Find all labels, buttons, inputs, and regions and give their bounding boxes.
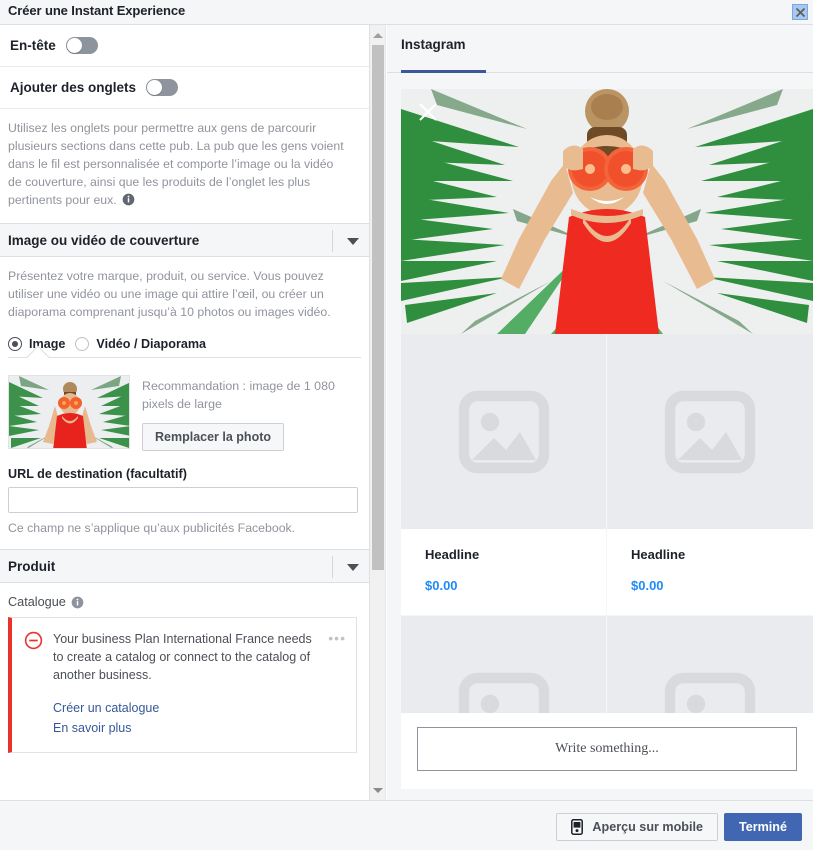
close-x-icon: [419, 103, 437, 121]
catalogue-label-row: Catalogue: [0, 583, 369, 617]
header-toggle-switch[interactable]: [65, 37, 98, 54]
woman-with-grapefruit-photo: [401, 89, 813, 334]
product-price-2: $0.00: [631, 578, 664, 593]
product-headline-2: Headline: [631, 547, 686, 562]
replace-photo-button[interactable]: Remplacer la photo: [142, 423, 284, 451]
close-icon: [795, 7, 805, 17]
learn-more-link[interactable]: En savoir plus: [53, 718, 322, 738]
cover-media-row: Recommandation : image de 1 080 pixels d…: [0, 369, 369, 451]
header-toggle-row[interactable]: En-tête: [0, 25, 369, 67]
scroll-up-button[interactable]: [370, 27, 386, 43]
create-catalogue-link[interactable]: Créer un catalogue: [53, 698, 322, 718]
product-card-2[interactable]: Headline $0.00: [607, 334, 813, 616]
error-minus-circle-icon: [24, 631, 43, 650]
done-button[interactable]: Terminé: [723, 813, 802, 841]
add-tabs-toggle-label: Ajouter des onglets: [10, 80, 137, 95]
product-info-2: Headline $0.00: [607, 529, 813, 615]
mobile-preview-label: Aperçu sur mobile: [592, 820, 703, 834]
section-divider: [332, 230, 333, 252]
product-image-1: [401, 334, 606, 529]
left-panel-scrollbar[interactable]: [370, 25, 386, 800]
settings-panel: En-tête Ajouter des onglets Utilisez les…: [0, 25, 370, 800]
ellipsis-icon[interactable]: •••: [328, 630, 346, 646]
catalogue-label: Catalogue: [8, 595, 66, 609]
preview-content: Headline $0.00 Headline $0.00 Write some…: [401, 89, 813, 789]
mobile-phone-icon: [571, 819, 584, 835]
product-section-header[interactable]: Produit: [0, 549, 369, 583]
chevron-down-icon[interactable]: [347, 564, 359, 571]
product-section-title: Produit: [8, 558, 56, 574]
dialog-footer: Aperçu sur mobile Terminé: [0, 800, 813, 850]
tabs-description: Utilisez les onglets pour permettre aux …: [0, 109, 369, 223]
triangle-up-icon: [373, 32, 383, 38]
triangle-down-icon: [373, 787, 383, 793]
hero-cover-image: [401, 89, 813, 334]
catalogue-alert-message: Your business Plan International France …: [53, 632, 312, 682]
product-image-2: [607, 334, 813, 529]
instant-experience-dialog: Créer une Instant Experience En-tête Ajo…: [0, 0, 813, 850]
destination-url-hint: Ce champ ne s’applique qu’aux publicités…: [8, 521, 296, 535]
destination-url-label: URL de destination (facultatif): [8, 467, 187, 481]
tabs-description-text: Utilisez les onglets pour permettre aux …: [8, 121, 344, 207]
media-type-radio-group: Image Vidéo / Diaporama: [0, 335, 369, 351]
hero-close-button[interactable]: [417, 101, 439, 128]
scroll-down-button[interactable]: [370, 782, 386, 798]
product-grid-row-1: Headline $0.00 Headline $0.00: [401, 334, 813, 616]
add-tabs-toggle-row[interactable]: Ajouter des onglets: [0, 67, 369, 109]
write-something-field[interactable]: Write something...: [417, 727, 797, 771]
product-price-1: $0.00: [425, 578, 458, 593]
tab-active-underline: [401, 70, 486, 73]
write-box-container: Write something...: [401, 713, 813, 789]
catalogue-alert-links: Créer un catalogue En savoir plus: [53, 698, 322, 738]
section-divider: [332, 556, 333, 578]
product-info-1: Headline $0.00: [401, 529, 606, 615]
preview-tabs-bar: Instagram: [387, 25, 813, 73]
chevron-down-icon[interactable]: [347, 238, 359, 245]
cover-description: Présentez votre marque, produit, ou serv…: [0, 257, 369, 335]
add-tabs-toggle-switch[interactable]: [146, 79, 179, 96]
preview-panel: Instagram Headline $0.00 Headline $0.00 …: [387, 25, 813, 800]
cover-thumbnail[interactable]: [8, 375, 130, 449]
image-placeholder-icon: [664, 390, 756, 473]
radio-option-video-slideshow[interactable]: Vidéo / Diaporama: [75, 337, 206, 351]
scrollbar-thumb[interactable]: [372, 45, 384, 570]
catalogue-alert: ••• Your business Plan International Fra…: [8, 617, 357, 753]
window-close-button[interactable]: [792, 4, 808, 20]
radio-image-icon[interactable]: [8, 337, 22, 351]
cover-section-title: Image ou vidéo de couverture: [8, 232, 200, 248]
radio-video-icon[interactable]: [75, 337, 90, 351]
info-icon[interactable]: [122, 193, 135, 206]
cover-recommendation: Recommandation : image de 1 080 pixels d…: [142, 379, 335, 411]
cover-media-info: Recommandation : image de 1 080 pixels d…: [142, 375, 361, 451]
toggle-knob: [147, 80, 163, 95]
destination-url-input[interactable]: [8, 487, 358, 513]
info-icon[interactable]: [71, 596, 84, 609]
window-title-bar: Créer une Instant Experience: [0, 0, 813, 25]
cover-section-header[interactable]: Image ou vidéo de couverture: [0, 223, 369, 257]
mobile-preview-button[interactable]: Aperçu sur mobile: [556, 813, 718, 841]
toggle-knob: [66, 38, 82, 53]
product-card-1[interactable]: Headline $0.00: [401, 334, 607, 616]
page-title: Créer une Instant Experience: [8, 3, 186, 18]
cover-description-text: Présentez votre marque, produit, ou serv…: [8, 269, 331, 319]
radio-video-label: Vidéo / Diaporama: [96, 337, 207, 351]
image-placeholder-icon: [458, 390, 549, 473]
header-toggle-label: En-tête: [10, 38, 56, 53]
tab-instagram[interactable]: Instagram: [401, 37, 466, 52]
selected-tab-indicator: [8, 345, 361, 369]
product-headline-1: Headline: [425, 547, 480, 562]
woman-with-grapefruit-thumbnail: [9, 376, 129, 448]
